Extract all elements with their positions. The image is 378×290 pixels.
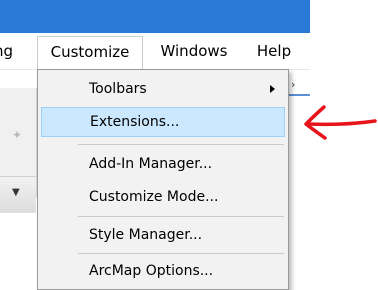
red-arrow-icon <box>304 105 377 140</box>
menu-separator <box>78 253 284 254</box>
title-bar <box>0 0 310 33</box>
menu-entry-style-manager[interactable]: Style Manager... <box>41 220 285 250</box>
chevron-down-icon: ▼ <box>12 187 20 198</box>
menu-entry-label: Style Manager... <box>89 227 203 243</box>
menu-entry-addin-manager[interactable]: Add-In Manager... <box>41 149 285 179</box>
menu-help[interactable]: Help <box>246 33 302 69</box>
side-tab[interactable]: › <box>287 78 310 96</box>
menu-entry-customize-mode[interactable]: Customize Mode... <box>41 182 285 212</box>
menu-bar: ng Customize Windows Help <box>0 33 310 70</box>
toolbar-tool-icon[interactable]: ✦ <box>10 128 24 142</box>
menu-separator <box>78 216 284 217</box>
menu-entry-extensions[interactable]: Extensions... <box>41 107 285 137</box>
menu-entry-label: Customize Mode... <box>89 189 219 205</box>
menu-customize[interactable]: Customize <box>37 36 143 69</box>
customize-dropdown: Toolbars Extensions... Add-In Manager...… <box>37 69 289 290</box>
menu-entry-arcmap-options[interactable]: ArcMap Options... <box>41 256 285 286</box>
menu-separator <box>78 144 284 145</box>
menu-entry-toolbars[interactable]: Toolbars <box>41 74 285 104</box>
menu-entry-label: Extensions... <box>90 114 180 130</box>
menu-entry-label: Add-In Manager... <box>89 156 213 172</box>
chevron-right-icon <box>270 85 275 93</box>
menu-windows[interactable]: Windows <box>148 33 240 69</box>
toolbar-overflow[interactable]: ▼ <box>0 176 36 213</box>
menu-entry-label: ArcMap Options... <box>89 263 214 279</box>
chevron-right-icon: › <box>291 78 296 91</box>
menu-item-partial[interactable]: ng <box>0 33 24 69</box>
menu-entry-label: Toolbars <box>89 81 147 97</box>
